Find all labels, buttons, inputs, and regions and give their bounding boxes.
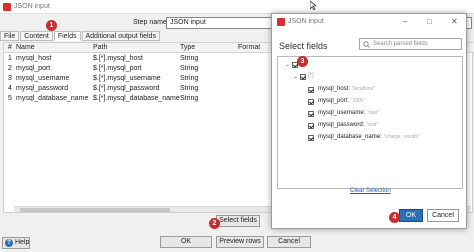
stepname-label: Step name (133, 19, 167, 26)
preview-rows-button[interactable]: Preview rows (216, 236, 264, 248)
select-fields-button[interactable]: Select fields (216, 215, 260, 227)
dialog-titlebar: JSON input – □ ✕ (272, 14, 466, 30)
minimize-icon[interactable]: – (403, 17, 407, 26)
row-name: mysql_password (16, 85, 69, 92)
column-header-type[interactable]: Type (180, 44, 195, 51)
mouse-cursor-icon (310, 1, 317, 10)
row-name: mysql_host (16, 55, 52, 62)
column-header-path[interactable]: Path (93, 44, 107, 51)
row-num: 1 (8, 55, 12, 62)
row-path: $.[*].mysql_host (93, 55, 143, 62)
tree-array-label: [*] (308, 73, 314, 79)
tab-content[interactable]: Content (20, 31, 53, 41)
field-checkbox[interactable] (308, 135, 314, 141)
tree-field-value: "3306" (350, 98, 366, 104)
row-name: mysql_username (16, 75, 70, 82)
step-badge-2: 2 (209, 218, 220, 229)
row-type: String (180, 75, 199, 82)
row-type: String (180, 95, 199, 102)
field-checkbox[interactable] (308, 87, 314, 93)
step-badge-3: 3 (297, 56, 308, 67)
tree-field-value: "root" (367, 110, 380, 116)
step-badge-1: 1 (46, 20, 57, 31)
row-num: 4 (8, 85, 12, 92)
select-fields-dialog: JSON input – □ ✕ Select fields Search pa… (271, 13, 467, 229)
tree-field-value: "sharpe_results" (383, 134, 420, 140)
dialog-cancel-button[interactable]: Cancel (427, 209, 459, 222)
array-checkbox[interactable] (300, 74, 306, 80)
row-name: mysql_database_name (16, 95, 89, 102)
main-titlebar: JSON input (0, 0, 474, 14)
help-icon: ? (5, 239, 13, 247)
row-type: String (180, 65, 199, 72)
row-path: $.[*].mysql_username (93, 75, 161, 82)
tree-field-name: mysql_database_name: "sharpe_results" (318, 134, 420, 140)
search-placeholder: Search parsed fields (373, 41, 428, 47)
row-num: 3 (8, 75, 12, 82)
row-path: $.[*].mysql_port (93, 65, 142, 72)
column-header-num[interactable]: # (8, 44, 12, 51)
scrollbar-thumb[interactable] (20, 208, 170, 212)
search-icon (363, 41, 370, 48)
tree-field-name: mysql_port: "3306" (318, 98, 366, 104)
tree-field-value: "root" (366, 122, 379, 128)
app-icon (3, 3, 11, 11)
step-badge-4: 4 (389, 212, 400, 223)
ok-button[interactable]: OK (160, 236, 212, 248)
search-fields-input[interactable]: Search parsed fields (359, 38, 462, 50)
tab-bar: File Content Fields Additional output fi… (0, 31, 161, 41)
dialog-title: JSON input (288, 18, 324, 25)
tree-field-name: mysql_host: "localhost" (318, 86, 375, 92)
tab-file[interactable]: File (0, 31, 20, 41)
expand-arrow-icon[interactable]: ⌄ (285, 61, 290, 68)
fields-tree: ⌄ $ ⌄ [*] mysql_host: "localhost" mysql_… (277, 56, 463, 189)
maximize-icon[interactable]: □ (427, 17, 432, 26)
column-header-name[interactable]: Name (16, 44, 35, 51)
clear-selection-link[interactable]: Clear Selection (350, 188, 391, 194)
row-num: 5 (8, 95, 12, 102)
tree-field-value: "localhost" (351, 86, 375, 92)
cancel-button[interactable]: Cancel (267, 236, 311, 248)
help-button[interactable]: ? Help (2, 237, 30, 249)
row-type: String (180, 55, 199, 62)
main-window-title: JSON input (14, 3, 50, 10)
tab-additional-output-fields[interactable]: Additional output fields (81, 31, 160, 41)
row-path: $.[*].mysql_database_name (93, 95, 180, 102)
dialog-app-icon (277, 18, 285, 26)
dialog-ok-button[interactable]: OK (399, 209, 423, 222)
tab-fields[interactable]: Fields (53, 31, 81, 41)
tree-field-name: mysql_username: "root" (318, 110, 380, 116)
close-icon[interactable]: ✕ (451, 17, 458, 26)
field-checkbox[interactable] (308, 123, 314, 129)
row-num: 2 (8, 65, 12, 72)
field-checkbox[interactable] (308, 111, 314, 117)
field-checkbox[interactable] (308, 99, 314, 105)
expand-arrow-icon[interactable]: ⌄ (293, 73, 298, 80)
column-header-format[interactable]: Format (238, 44, 260, 51)
tree-field-name: mysql_password: "root" (318, 122, 379, 128)
row-name: mysql_port (16, 65, 51, 72)
dialog-heading: Select fields (279, 41, 328, 51)
row-path: $.[*].mysql_password (93, 85, 160, 92)
row-type: String (180, 85, 199, 92)
help-label: Help (15, 239, 30, 246)
